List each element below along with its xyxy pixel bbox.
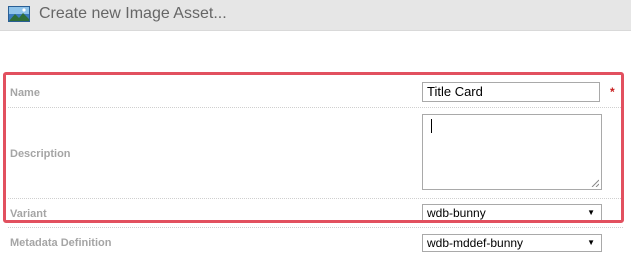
required-marker: * (610, 85, 615, 99)
dropdown-arrow-icon: ▼ (587, 208, 595, 217)
text-caret (431, 119, 432, 133)
name-input[interactable]: Title Card (422, 82, 600, 102)
dialog-header: Create new Image Asset... (0, 0, 631, 31)
description-textarea[interactable] (422, 114, 602, 190)
description-label: Description (10, 148, 71, 160)
metadata-definition-label: Metadata Definition (10, 237, 112, 249)
description-row: Description (8, 108, 623, 199)
name-label: Name (10, 87, 40, 99)
variant-selected-value: wdb-bunny (427, 206, 486, 220)
variant-label: Variant (10, 208, 47, 220)
landscape-image-icon (8, 6, 30, 22)
variant-select[interactable]: wdb-bunny ▼ (422, 204, 602, 222)
resize-handle-icon[interactable] (591, 179, 599, 187)
variant-row: Variant wdb-bunny ▼ (8, 199, 623, 228)
dropdown-arrow-icon: ▼ (587, 238, 595, 247)
name-row: Name Title Card * (8, 80, 623, 108)
metadata-definition-row: Metadata Definition wdb-mddef-bunny ▼ (8, 228, 623, 257)
metadata-definition-selected-value: wdb-mddef-bunny (427, 236, 524, 250)
metadata-definition-select[interactable]: wdb-mddef-bunny ▼ (422, 234, 602, 252)
dialog-title: Create new Image Asset... (39, 5, 227, 22)
